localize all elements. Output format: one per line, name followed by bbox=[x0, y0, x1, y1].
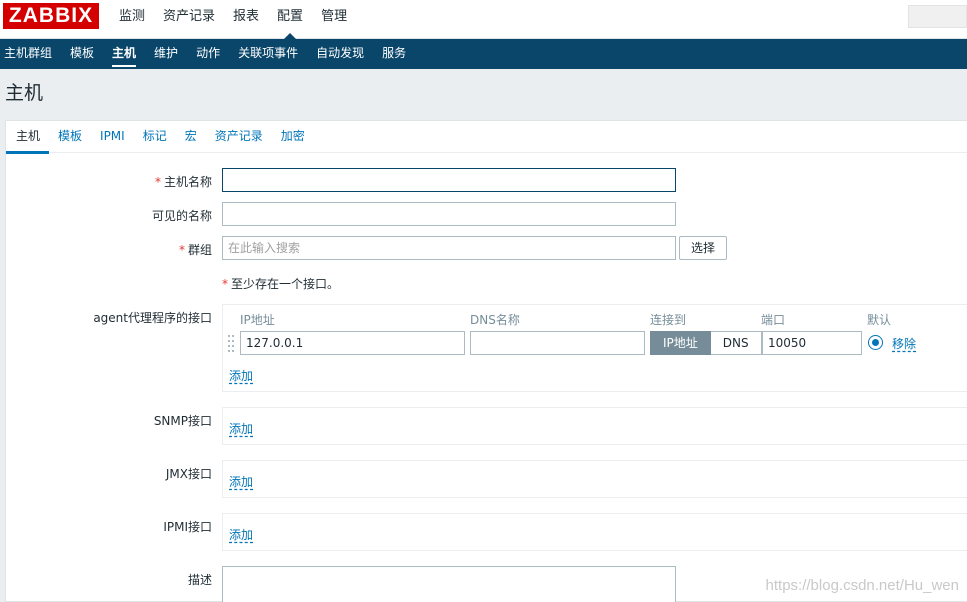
jmx-interfaces-box: 添加 bbox=[222, 460, 967, 498]
top-menu-inventory[interactable]: 资产记录 bbox=[154, 0, 224, 39]
connect-to-toggle: IP地址 DNS bbox=[650, 331, 762, 355]
sub-menu-templates[interactable]: 模板 bbox=[61, 39, 103, 69]
jmx-interfaces-label: JMX接口 bbox=[165, 467, 212, 481]
visible-name-input[interactable] bbox=[222, 202, 676, 226]
ipmi-interfaces-label: IPMI接口 bbox=[163, 520, 212, 534]
zabbix-logo[interactable]: ZABBIX bbox=[3, 3, 99, 29]
groups-placeholder: 在此输入搜索 bbox=[228, 241, 301, 255]
default-interface-radio[interactable] bbox=[868, 335, 883, 350]
tab-macros[interactable]: 宏 bbox=[176, 121, 206, 153]
form-tabs: 主机 模板 IPMI 标记 宏 资产记录 加密 bbox=[6, 121, 967, 154]
tab-encryption[interactable]: 加密 bbox=[272, 121, 314, 153]
header-dns: DNS名称 bbox=[470, 313, 520, 327]
host-name-input[interactable] bbox=[222, 168, 676, 192]
ipmi-interfaces-box: 添加 bbox=[222, 513, 967, 551]
header-ip: IP地址 bbox=[240, 313, 275, 327]
host-name-label: * 主机名称 bbox=[154, 175, 212, 189]
header-port: 端口 bbox=[761, 313, 786, 327]
agent-dns-input[interactable] bbox=[470, 331, 645, 355]
groups-search-input[interactable]: 在此输入搜索 bbox=[222, 236, 676, 260]
agent-interfaces-box: IP地址 DNS名称 连接到 端口 默认 127.0.0.1 IP地址 DNS … bbox=[222, 304, 967, 392]
required-mark: * bbox=[178, 243, 185, 257]
required-mark: * bbox=[154, 175, 161, 189]
tab-inventory[interactable]: 资产记录 bbox=[206, 121, 272, 153]
interface-required-note: * 至少存在一个接口。 bbox=[222, 277, 340, 291]
sub-menu-services[interactable]: 服务 bbox=[373, 39, 415, 69]
top-bar: ZABBIX 监测 资产记录 报表 配置 管理 bbox=[0, 0, 967, 40]
sub-menu-discovery[interactable]: 自动发现 bbox=[307, 39, 373, 69]
snmp-interfaces-box: 添加 bbox=[222, 407, 967, 445]
sub-menu-event-correlation[interactable]: 关联项事件 bbox=[229, 39, 307, 69]
description-textarea[interactable] bbox=[222, 566, 676, 602]
header-connect-to: 连接到 bbox=[650, 313, 687, 327]
top-menu-monitoring[interactable]: 监测 bbox=[110, 0, 154, 39]
tab-tags[interactable]: 标记 bbox=[134, 121, 176, 153]
add-jmx-interface-link[interactable]: 添加 bbox=[229, 473, 253, 490]
description-label: 描述 bbox=[187, 573, 212, 587]
sub-menu-actions[interactable]: 动作 bbox=[187, 39, 229, 69]
visible-name-label: 可见的名称 bbox=[151, 209, 212, 223]
agent-ip-input[interactable]: 127.0.0.1 bbox=[240, 331, 465, 355]
agent-interfaces-label: agent代理程序的接口 bbox=[93, 311, 212, 325]
sub-menu-maintenance[interactable]: 维护 bbox=[145, 39, 187, 69]
add-ipmi-interface-link[interactable]: 添加 bbox=[229, 526, 253, 543]
connect-dns-option[interactable]: DNS bbox=[710, 331, 762, 355]
drag-handle-icon[interactable] bbox=[228, 334, 236, 354]
sub-menu-host-groups[interactable]: 主机群组 bbox=[0, 39, 61, 69]
remove-interface-link[interactable]: 移除 bbox=[892, 335, 916, 352]
sub-menu-hosts[interactable]: 主机 bbox=[103, 39, 145, 69]
sub-menu: 主机群组 模板 主机 维护 动作 关联项事件 自动发现 服务 bbox=[0, 39, 967, 69]
add-snmp-interface-link[interactable]: 添加 bbox=[229, 420, 253, 437]
required-mark: * bbox=[222, 277, 228, 291]
groups-select-button[interactable]: 选择 bbox=[679, 236, 727, 260]
top-menu-reports[interactable]: 报表 bbox=[224, 0, 268, 39]
snmp-interfaces-label: SNMP接口 bbox=[153, 414, 212, 428]
tab-templates[interactable]: 模板 bbox=[49, 121, 91, 153]
add-agent-interface-link[interactable]: 添加 bbox=[229, 367, 253, 384]
top-menu: 监测 资产记录 报表 配置 管理 bbox=[110, 0, 356, 40]
host-form-panel: 主机 模板 IPMI 标记 宏 资产记录 加密 * 主机名称 可见的名称 * 群组 … bbox=[5, 120, 967, 602]
tab-ipmi[interactable]: IPMI bbox=[91, 121, 134, 153]
agent-port-input[interactable]: 10050 bbox=[762, 331, 862, 355]
top-menu-configuration[interactable]: 配置 bbox=[268, 0, 312, 40]
page-title: 主机 bbox=[5, 82, 44, 104]
global-search-input[interactable] bbox=[908, 5, 967, 28]
tab-host[interactable]: 主机 bbox=[6, 121, 50, 154]
watermark: https://blog.csdn.net/Hu_wen bbox=[765, 577, 959, 594]
header-default: 默认 bbox=[867, 313, 892, 327]
top-menu-administration[interactable]: 管理 bbox=[312, 0, 356, 39]
groups-label: * 群组 bbox=[178, 243, 212, 257]
connect-ip-option[interactable]: IP地址 bbox=[650, 331, 711, 355]
